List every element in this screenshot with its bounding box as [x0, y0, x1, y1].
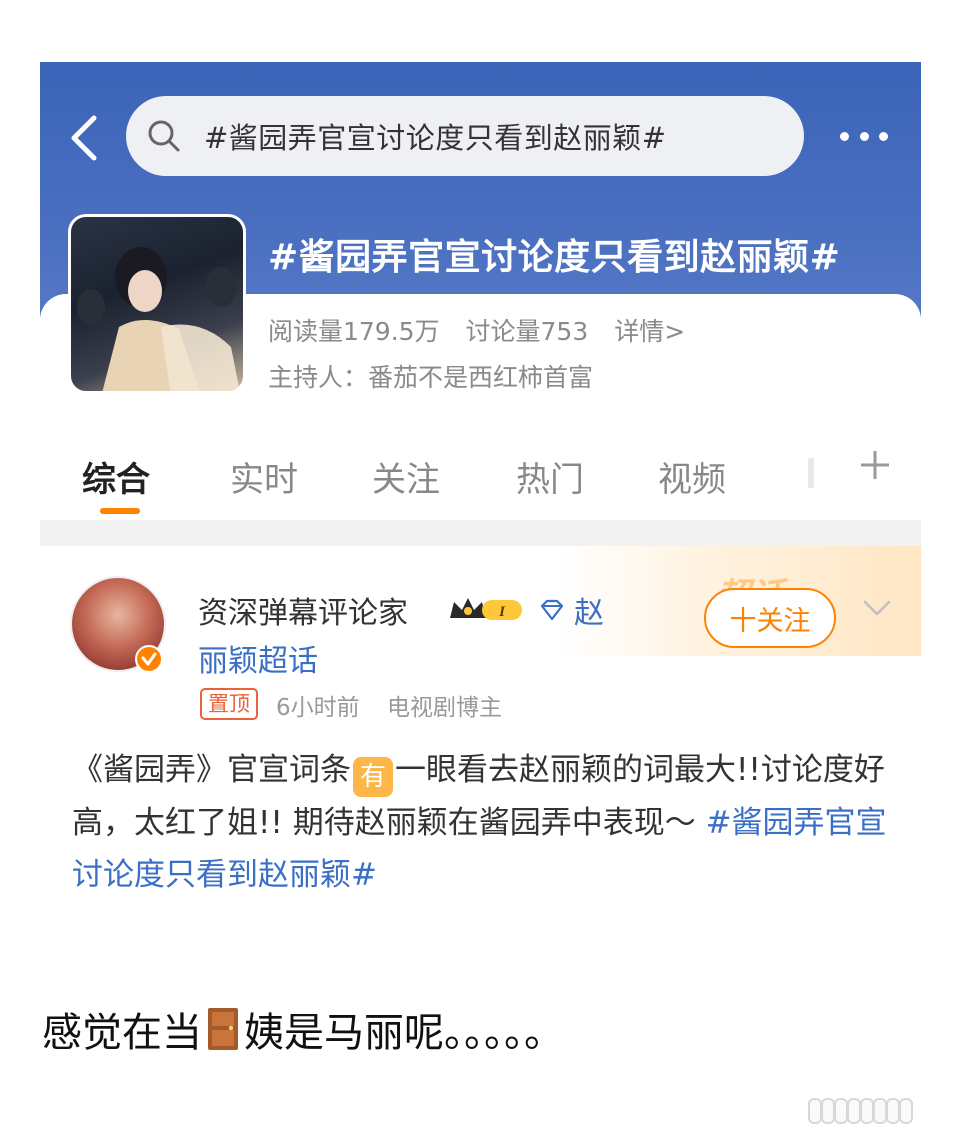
verified-badge-icon [135, 645, 163, 673]
member-crown-badge-icon: I [450, 598, 522, 620]
post-username[interactable]: 资深弹幕评论家 [198, 588, 408, 632]
topic-stats: 阅读量179.5万 讨论量753 详情> [268, 312, 703, 348]
search-query-text: #酱园弄官宣讨论度只看到赵丽颖# [204, 121, 667, 155]
supertopic-link-continued[interactable]: 丽颖超话 [198, 636, 318, 680]
tab-comprehensive[interactable]: 综合 [82, 452, 150, 501]
add-tab-icon[interactable] [858, 448, 892, 482]
tab-hot[interactable]: 热门 [516, 452, 584, 501]
level-badge-text: I [498, 604, 506, 620]
topic-header: #酱园弄官宣讨论度只看到赵丽颖# #酱园弄官宣讨论度只看到赵丽颖# 阅读量179… [40, 62, 921, 434]
watermark [808, 1098, 913, 1124]
tab-overflow-hint [808, 458, 814, 488]
post-time: 6小时前 [276, 695, 360, 721]
topic-page-card: #酱园弄官宣讨论度只看到赵丽颖# #酱园弄官宣讨论度只看到赵丽颖# 阅读量179… [40, 62, 921, 924]
post-card: 超话 资深弹幕评论家 I 赵 丽颖超话 十关注 置顶 6小时前 电视剧博主 [40, 546, 921, 924]
read-count: 阅读量179.5万 [268, 317, 440, 346]
discussion-count: 讨论量753 [465, 317, 589, 346]
door-emoji-icon [208, 1008, 238, 1050]
follow-button[interactable]: 十关注 [704, 588, 836, 648]
supertopic-link[interactable]: 赵 [574, 588, 604, 632]
details-link[interactable]: 详情> [614, 317, 685, 346]
search-bar[interactable]: #酱园弄官宣讨论度只看到赵丽颖# [126, 96, 804, 176]
search-icon [148, 120, 180, 152]
supertopic-diamond-icon [540, 599, 564, 621]
caption-text: 感觉在当 姨是马丽呢。。。。。 [42, 1000, 564, 1058]
caption-text-start: 感觉在当 [42, 1010, 202, 1056]
tab-following[interactable]: 关注 [372, 452, 440, 501]
post-meta: 6小时前 电视剧博主 [276, 688, 522, 722]
post-source: 电视剧博主 [386, 695, 502, 721]
post-text: 《酱园弄》官宣词条有一眼看去赵丽颖的词最大!!讨论度好高，太红了姐!! 期待赵丽… [72, 744, 892, 901]
tab-realtime[interactable]: 实时 [230, 452, 298, 501]
post-text-start: 《酱园弄》官宣词条 [72, 752, 351, 788]
tab-video[interactable]: 视频 [658, 452, 726, 501]
topic-title: #酱园弄官宣讨论度只看到赵丽颖# [268, 237, 841, 278]
cover-portrait-illustration [77, 247, 240, 391]
active-tab-indicator [100, 508, 140, 514]
topic-host[interactable]: 主持人：番茄不是西红柿首富 [268, 358, 593, 394]
section-divider [40, 520, 921, 546]
content-tabs: 综合 实时 关注 热门 视频 [40, 434, 921, 520]
chevron-down-icon[interactable] [862, 598, 892, 618]
back-arrow-icon[interactable] [64, 112, 104, 164]
caption-text-end: 姨是马丽呢。。。。。 [244, 1010, 564, 1056]
more-options-icon[interactable] [840, 128, 888, 144]
topic-cover-image[interactable] [68, 214, 246, 394]
pinned-badge: 置顶 [200, 688, 258, 720]
you-emoji-badge: 有 [353, 757, 393, 797]
